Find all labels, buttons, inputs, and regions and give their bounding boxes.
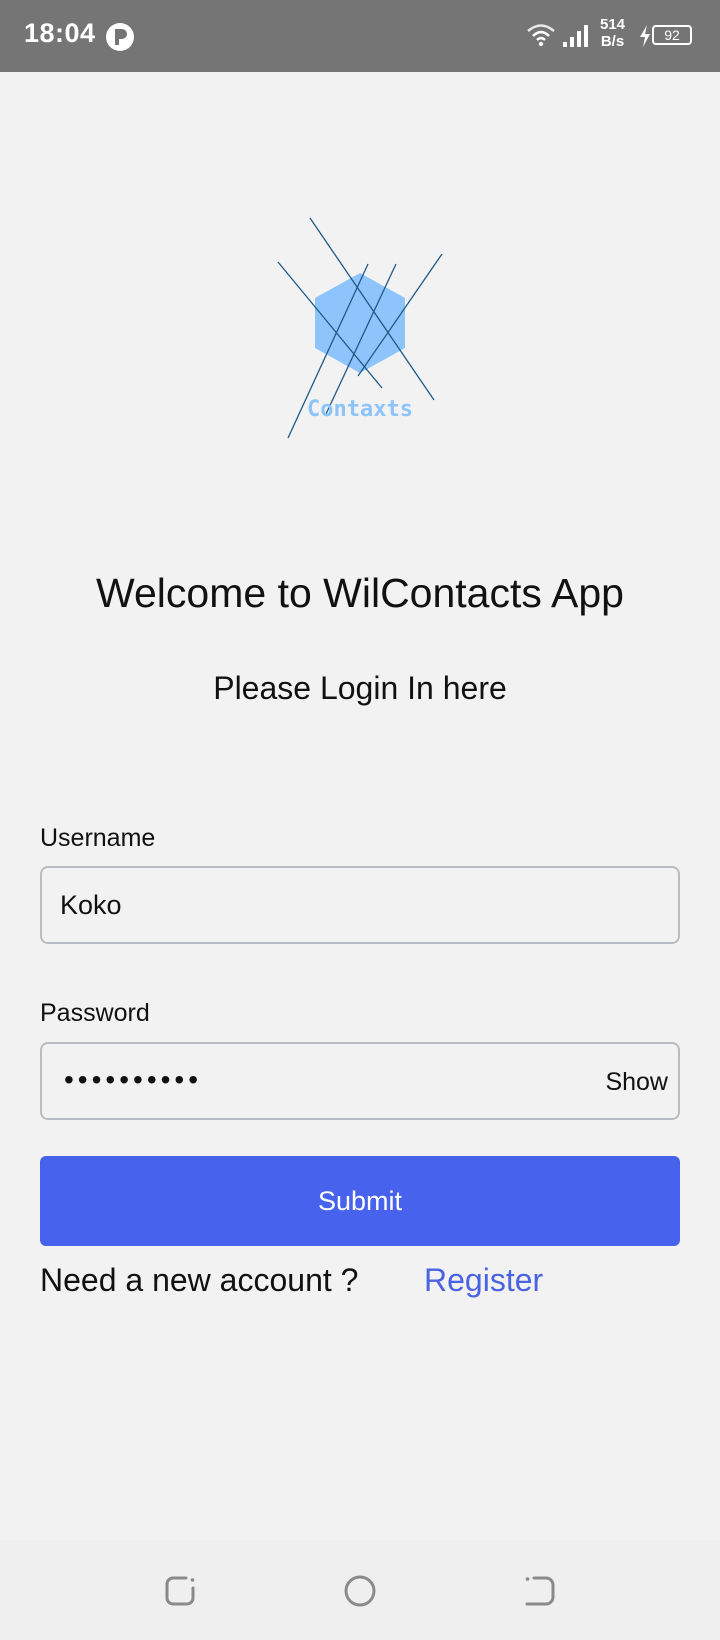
login-subtitle: Please Login In here xyxy=(213,670,507,706)
status-time: 18:04 xyxy=(24,18,96,48)
charging-bolt-icon xyxy=(640,25,650,47)
password-label: Password xyxy=(40,999,150,1027)
app-logo: Contaxts xyxy=(277,217,443,439)
back-icon[interactable] xyxy=(522,1574,556,1608)
username-label: Username xyxy=(40,824,156,852)
show-password-button[interactable]: Show xyxy=(605,1068,668,1097)
app-notification-icon xyxy=(106,23,134,51)
status-bar: 18:04 514 B/s 92 xyxy=(0,0,720,72)
register-link[interactable]: Register xyxy=(424,1262,543,1299)
network-speed-unit: B/s xyxy=(600,33,625,50)
cell-signal-icon xyxy=(563,25,588,47)
password-field[interactable]: •••••••••• Show xyxy=(40,1042,680,1120)
submit-button[interactable]: Submit xyxy=(40,1156,680,1246)
welcome-title: Welcome to WilContacts App xyxy=(96,570,624,616)
recents-icon[interactable] xyxy=(164,1574,198,1608)
battery-indicator: 92 xyxy=(652,25,692,45)
home-icon[interactable] xyxy=(343,1574,377,1608)
wifi-icon xyxy=(527,24,555,47)
password-input[interactable]: •••••••••• xyxy=(64,1064,202,1096)
network-speed: 514 B/s xyxy=(600,16,625,50)
need-account-text: Need a new account ? xyxy=(40,1262,359,1298)
network-speed-value: 514 xyxy=(600,16,626,33)
username-input[interactable] xyxy=(60,868,560,942)
username-field[interactable] xyxy=(40,866,680,944)
logo-text: Contaxts xyxy=(307,397,413,422)
